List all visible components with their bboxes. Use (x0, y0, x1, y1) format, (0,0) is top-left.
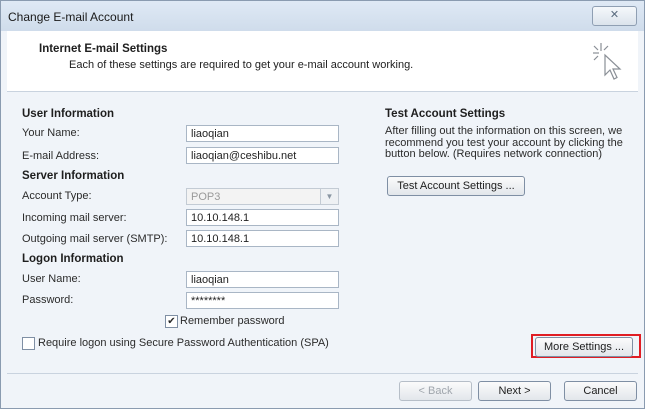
account-type-select: POP3 ▼ (186, 188, 339, 205)
test-account-settings-button[interactable]: Test Account Settings ... (387, 176, 525, 196)
close-icon: ✕ (609, 9, 620, 21)
logon-info-heading: Logon Information (22, 253, 124, 265)
cancel-button[interactable]: Cancel (564, 381, 637, 401)
password-label: Password: (22, 294, 74, 306)
account-type-value: POP3 (191, 191, 221, 203)
more-settings-button[interactable]: More Settings ... (535, 337, 633, 357)
footer-divider (7, 373, 638, 374)
close-button[interactable]: ✕ (592, 6, 637, 26)
title-bar: Change E-mail Account ✕ (1, 1, 644, 31)
remember-password-label: Remember password (180, 315, 285, 327)
user-name-field[interactable]: liaoqian (186, 271, 339, 288)
outgoing-server-label: Outgoing mail server (SMTP): (22, 233, 168, 245)
account-type-label: Account Type: (22, 190, 92, 202)
spa-checkbox[interactable] (22, 337, 35, 350)
spa-label: Require logon using Secure Password Auth… (38, 337, 329, 349)
test-description-line: button below. (Requires network connecti… (385, 148, 603, 160)
server-info-heading: Server Information (22, 170, 125, 182)
incoming-server-field[interactable]: 10.10.148.1 (186, 209, 339, 226)
next-button[interactable]: Next > (478, 381, 551, 401)
user-name-label: User Name: (22, 273, 81, 285)
header-panel: Internet E-mail Settings Each of these s… (7, 31, 638, 92)
test-settings-heading: Test Account Settings (385, 108, 506, 120)
your-name-label: Your Name: (22, 127, 80, 139)
outgoing-server-field[interactable]: 10.10.148.1 (186, 230, 339, 247)
password-field[interactable]: ******** (186, 292, 339, 309)
incoming-server-label: Incoming mail server: (22, 212, 127, 224)
window-title: Change E-mail Account (8, 10, 134, 24)
email-address-label: E-mail Address: (22, 150, 100, 162)
user-info-heading: User Information (22, 108, 115, 120)
cursor-sparkle-icon (593, 43, 622, 80)
remember-password-checkbox[interactable]: ✔ (165, 315, 178, 328)
test-description-line: After filling out the information on thi… (385, 125, 623, 137)
test-description: After filling out the information on thi… (385, 125, 623, 161)
header-subtitle: Each of these settings are required to g… (69, 59, 414, 71)
back-button[interactable]: < Back (399, 381, 472, 401)
chevron-down-icon: ▼ (320, 189, 338, 204)
email-address-field[interactable]: liaoqian@ceshibu.net (186, 147, 339, 164)
your-name-field[interactable]: liaoqian (186, 125, 339, 142)
header-title: Internet E-mail Settings (39, 43, 168, 55)
